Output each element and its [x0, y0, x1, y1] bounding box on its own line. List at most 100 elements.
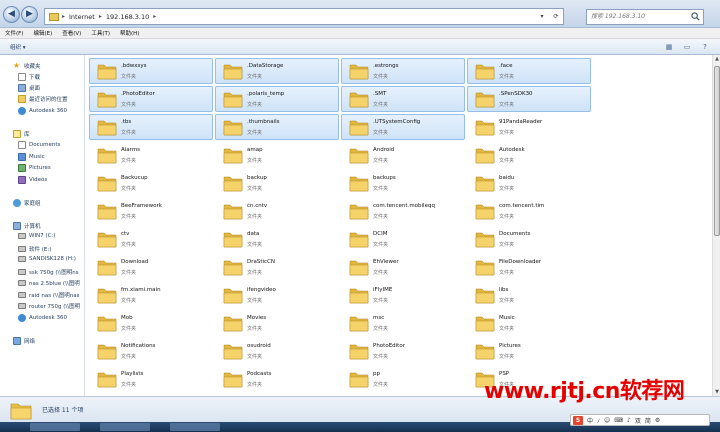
nav-desktop[interactable]: 桌面: [18, 84, 40, 92]
vertical-scrollbar[interactable]: ▲ ▼: [712, 55, 720, 396]
folder-item[interactable]: cn.cntv 文件夹: [215, 198, 339, 224]
nav-favorites[interactable]: ★ 收藏夹: [13, 62, 41, 71]
folder-item[interactable]: libs 文件夹: [467, 282, 591, 308]
forward-button[interactable]: ▶: [21, 6, 38, 23]
folder-item[interactable]: Android 文件夹: [341, 142, 465, 168]
folder-item[interactable]: Documents 文件夹: [467, 226, 591, 252]
nav-homegroup[interactable]: 家庭组: [13, 199, 41, 207]
folder-item[interactable]: .UTSystemConfig 文件夹: [341, 114, 465, 140]
organize-button[interactable]: 组织 ▾: [0, 43, 26, 51]
folder-item[interactable]: .SMT 文件夹: [341, 86, 465, 112]
sogou-logo-icon[interactable]: S: [573, 415, 583, 425]
folder-item[interactable]: Playlists 文件夹: [89, 366, 213, 392]
nav-share-router[interactable]: router 750g (\\图明: [18, 302, 80, 310]
folder-item[interactable]: .bdwxsys 文件夹: [89, 58, 213, 84]
folder-item[interactable]: Podcasts 文件夹: [215, 366, 339, 392]
scroll-thumb[interactable]: [714, 66, 720, 236]
breadcrumb-internet[interactable]: Internet: [65, 13, 99, 21]
search-input[interactable]: 搜索 192.168.3.10: [586, 9, 704, 25]
ime-settings-icon[interactable]: ⚙: [655, 417, 660, 424]
menu-edit[interactable]: 编辑(E): [28, 29, 57, 37]
folder-item[interactable]: .tbs 文件夹: [89, 114, 213, 140]
folder-item[interactable]: 91PandaReader 文件夹: [467, 114, 591, 140]
folder-item[interactable]: msc 文件夹: [341, 310, 465, 336]
folder-item[interactable]: BeeFramework 文件夹: [89, 198, 213, 224]
folder-item[interactable]: .face 文件夹: [467, 58, 591, 84]
scroll-down-icon[interactable]: ▼: [713, 388, 720, 396]
folder-item[interactable]: EhViewer 文件夹: [341, 254, 465, 280]
ime-chinese-mode[interactable]: 中: [587, 416, 593, 425]
folder-item[interactable]: .estrongs 文件夹: [341, 58, 465, 84]
folder-item[interactable]: .DataStorage 文件夹: [215, 58, 339, 84]
folder-item[interactable]: data 文件夹: [215, 226, 339, 252]
folder-item[interactable]: DraSticCN 文件夹: [215, 254, 339, 280]
folder-item[interactable]: Download 文件夹: [89, 254, 213, 280]
nav-share-raid[interactable]: raid nas (\\图明nas: [18, 291, 79, 299]
folder-item[interactable]: Notifications 文件夹: [89, 338, 213, 364]
folder-item[interactable]: amap 文件夹: [215, 142, 339, 168]
nav-network[interactable]: 网络: [13, 337, 35, 345]
folder-item[interactable]: backups 文件夹: [341, 170, 465, 196]
ime-punctuation-icon[interactable]: ﾉ: [597, 416, 600, 425]
folder-item[interactable]: Pictures 文件夹: [467, 338, 591, 364]
folder-item[interactable]: Music 文件夹: [467, 310, 591, 336]
ime-keyboard-icon[interactable]: ⌨: [614, 417, 623, 424]
taskbar-button[interactable]: [170, 423, 220, 431]
ime-simplified[interactable]: 简: [645, 416, 651, 425]
nav-autodesk-360[interactable]: Autodesk 360: [18, 314, 67, 322]
folder-item[interactable]: Alarms 文件夹: [89, 142, 213, 168]
folder-item[interactable]: .thumbnails 文件夹: [215, 114, 339, 140]
address-dropdown-icon[interactable]: ▾: [535, 13, 549, 20]
folder-item[interactable]: pp 文件夹: [341, 366, 465, 392]
folder-item[interactable]: FileDownloader 文件夹: [467, 254, 591, 280]
folder-item[interactable]: com.tencent.mobileqq 文件夹: [341, 198, 465, 224]
folder-item[interactable]: Movies 文件夹: [215, 310, 339, 336]
nav-drive-e[interactable]: 软件 (E:): [18, 245, 51, 253]
refresh-icon[interactable]: ⟳: [549, 13, 563, 20]
nav-autodesk[interactable]: Autodesk 360: [18, 107, 67, 115]
nav-music[interactable]: Music: [18, 153, 45, 161]
nav-drive-h[interactable]: SANDISK128 (H:): [18, 256, 76, 262]
folder-item[interactable]: Autodesk 文件夹: [467, 142, 591, 168]
ime-double-pinyin[interactable]: 双: [635, 416, 641, 425]
address-bar[interactable]: ▸ Internet ▸ 192.168.3.10 ▸ ▾ ⟳: [44, 8, 564, 25]
folder-item[interactable]: Backucup 文件夹: [89, 170, 213, 196]
folder-item[interactable]: DCIM 文件夹: [341, 226, 465, 252]
menu-file[interactable]: 文件(F): [0, 29, 28, 37]
search-icon[interactable]: [691, 12, 700, 21]
folder-item[interactable]: ctv 文件夹: [89, 226, 213, 252]
folder-item[interactable]: com.tencent.tim 文件夹: [467, 198, 591, 224]
scroll-up-icon[interactable]: ▲: [713, 55, 720, 63]
folder-item[interactable]: ifengvideo 文件夹: [215, 282, 339, 308]
menu-view[interactable]: 查看(V): [57, 29, 86, 37]
folder-item[interactable]: PhotoEditor 文件夹: [341, 338, 465, 364]
folder-item[interactable]: Mob 文件夹: [89, 310, 213, 336]
breadcrumb-ip[interactable]: 192.168.3.10: [102, 13, 153, 21]
nav-computer[interactable]: 计算机: [13, 222, 41, 230]
preview-pane-icon[interactable]: ▭: [682, 42, 692, 52]
taskbar-button[interactable]: [100, 423, 150, 431]
folder-item[interactable]: iFlyIME 文件夹: [341, 282, 465, 308]
folder-item[interactable]: .SPenSDK30 文件夹: [467, 86, 591, 112]
folder-item[interactable]: fm.xiami.main 文件夹: [89, 282, 213, 308]
folder-item[interactable]: backup 文件夹: [215, 170, 339, 196]
view-options-icon[interactable]: ▦: [664, 42, 674, 52]
nav-videos[interactable]: Videos: [18, 176, 47, 184]
nav-share-nas[interactable]: nas 2.5blue (\\图明: [18, 279, 80, 287]
ime-emoji-icon[interactable]: ☺: [604, 417, 610, 424]
nav-pictures[interactable]: Pictures: [18, 164, 51, 172]
menu-tools[interactable]: 工具(T): [86, 29, 115, 37]
ime-toolbar[interactable]: S 中 ﾉ ☺ ⌨ ♪ 双 简 ⚙: [570, 414, 710, 426]
nav-documents[interactable]: Documents: [18, 141, 60, 149]
folder-item[interactable]: .polaris_temp 文件夹: [215, 86, 339, 112]
nav-libraries[interactable]: 库: [13, 130, 30, 138]
nav-recent[interactable]: 最近访问的位置: [18, 95, 68, 103]
folder-item[interactable]: osudroid 文件夹: [215, 338, 339, 364]
ime-voice-icon[interactable]: ♪: [627, 417, 631, 424]
back-button[interactable]: ◀: [3, 6, 20, 23]
folder-item[interactable]: baidu 文件夹: [467, 170, 591, 196]
help-icon[interactable]: ?: [700, 42, 710, 52]
nav-share-ssk[interactable]: ssk 750g (\\图明ns: [18, 268, 79, 276]
taskbar-button[interactable]: [30, 423, 80, 431]
nav-drive-c[interactable]: WIN7 (C:): [18, 233, 55, 239]
